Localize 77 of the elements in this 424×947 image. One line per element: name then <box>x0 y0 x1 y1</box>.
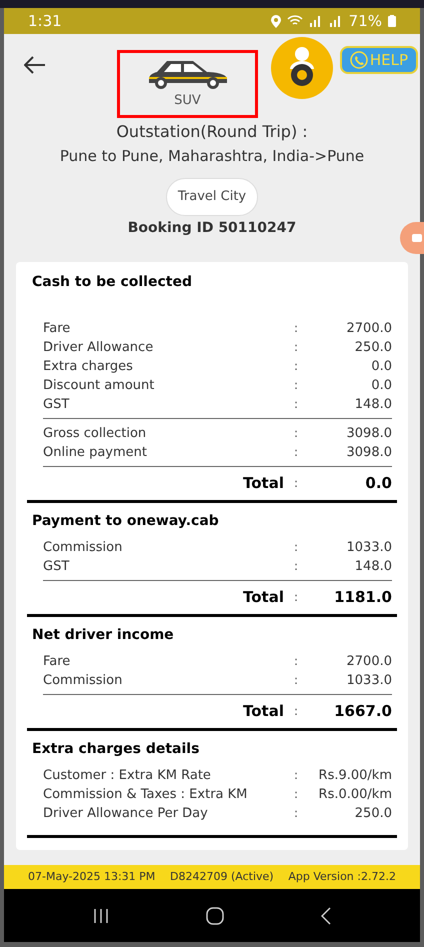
row-value: 148.0 <box>354 396 392 414</box>
location-icon <box>270 14 281 28</box>
colon-separator: : <box>294 377 298 394</box>
total-label: Total <box>243 474 284 493</box>
row-value: 0.0 <box>371 377 392 395</box>
row-label: Fare <box>43 653 72 671</box>
row-value: Rs.0.00/km <box>318 786 392 804</box>
colon-separator: : <box>294 396 298 413</box>
row-value: 2700.0 <box>346 320 392 338</box>
colon-separator: : <box>294 767 298 784</box>
driver-avatar-icon <box>271 37 333 99</box>
back-arrow-icon[interactable] <box>24 56 46 74</box>
section-title: Cash to be collected <box>31 273 193 292</box>
city-chip: Travel City <box>166 178 258 216</box>
phone-icon <box>350 51 368 69</box>
row-value: 250.0 <box>354 805 392 823</box>
colon-separator: : <box>294 539 298 556</box>
colon-separator: : <box>294 805 298 822</box>
section-title: Extra charges details <box>31 740 200 759</box>
wifi-icon <box>286 15 303 27</box>
total-value: 1667.0 <box>334 702 392 721</box>
row-label: Online payment <box>43 444 148 462</box>
row-label: Driver Allowance Per Day <box>43 805 209 823</box>
row-label: Driver Allowance <box>43 339 154 357</box>
row-label: Fare <box>43 320 72 338</box>
row-label: Gross collection <box>43 425 148 443</box>
row-value: 3098.0 <box>346 444 392 462</box>
total-label: Total <box>243 588 284 607</box>
row-value: Rs.9.00/km <box>318 767 392 785</box>
row-label: Discount amount <box>43 377 156 395</box>
row-value: 1033.0 <box>346 539 392 557</box>
vehicle-type-label: SUV <box>174 92 201 110</box>
row-value: 148.0 <box>354 558 392 576</box>
colon-separator: : <box>294 786 298 803</box>
row-label: Extra charges <box>43 358 134 376</box>
footer-datetime: 07-May-2025 13:31 PM <box>28 868 156 885</box>
colon-separator: : <box>294 320 298 337</box>
help-button[interactable]: HELP <box>340 46 418 74</box>
colon-separator: : <box>294 475 298 492</box>
row-value: 250.0 <box>354 339 392 357</box>
trip-route: Pune to Pune, Maharashtra, India->Pune <box>60 146 364 167</box>
signal-icon <box>308 15 323 27</box>
clock-time: 1:31 <box>28 10 62 32</box>
recent-apps-icon[interactable] <box>92 908 109 922</box>
colon-separator: : <box>294 672 298 689</box>
battery-icon <box>388 15 396 27</box>
row-label: Commission & Taxes : Extra KM <box>43 786 248 804</box>
colon-separator: : <box>294 358 298 375</box>
row-value: 3098.0 <box>346 425 392 443</box>
section-title: Payment to oneway.cab <box>31 512 220 531</box>
total-value: 1181.0 <box>334 588 392 607</box>
app-version: App Version :2.72.2 <box>288 868 396 885</box>
total-label: Total <box>243 702 284 721</box>
colon-separator: : <box>294 558 298 575</box>
colon-separator: : <box>294 425 298 442</box>
section-title: Net driver income <box>31 626 175 645</box>
home-icon[interactable] <box>206 906 224 924</box>
row-value: 2700.0 <box>346 653 392 671</box>
driver-status: D8242709 (Active) <box>170 868 274 885</box>
colon-separator: : <box>294 444 298 461</box>
row-label: GST <box>43 396 70 414</box>
back-icon[interactable] <box>321 906 332 924</box>
trip-title: Outstation(Round Trip) : <box>116 121 308 143</box>
row-label: GST <box>43 558 70 576</box>
total-value: 0.0 <box>365 474 392 493</box>
colon-separator: : <box>294 703 298 720</box>
row-value: 0.0 <box>371 358 392 376</box>
colon-separator: : <box>294 653 298 670</box>
booking-id: Booking ID 50110247 <box>128 219 296 238</box>
battery-percent: 71% <box>348 10 382 32</box>
row-value: 1033.0 <box>346 672 392 690</box>
row-label: Commission <box>43 539 124 557</box>
row-label: Commission <box>43 672 124 690</box>
colon-separator: : <box>294 339 298 356</box>
signal-icon <box>328 15 343 27</box>
row-label: Customer : Extra KM Rate <box>43 767 212 785</box>
colon-separator: : <box>294 589 298 606</box>
